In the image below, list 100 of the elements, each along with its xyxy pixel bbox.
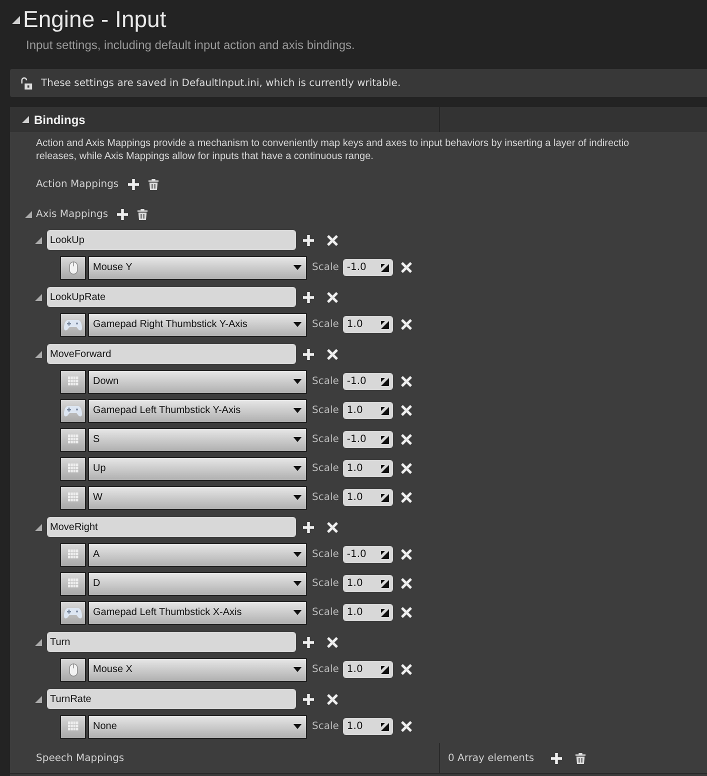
key-dropdown[interactable]: Up xyxy=(88,456,307,480)
scale-field[interactable]: 1.0 xyxy=(342,718,393,735)
collapse-arrow-icon[interactable] xyxy=(35,696,42,702)
scale-field[interactable]: -1.0 xyxy=(342,259,393,276)
keyboard-icon[interactable] xyxy=(60,572,86,596)
axis-name-field[interactable]: TurnRate xyxy=(47,689,296,709)
caret-icon xyxy=(293,581,302,586)
key-dropdown[interactable]: W xyxy=(88,486,307,510)
add-icon[interactable] xyxy=(303,636,314,648)
keyboard-icon[interactable] xyxy=(60,542,86,566)
close-icon[interactable] xyxy=(400,721,412,732)
key-dropdown[interactable]: S xyxy=(88,428,307,452)
scale-label: Scale xyxy=(312,376,339,387)
drag-handle-icon[interactable] xyxy=(380,378,389,386)
collapse-arrow-icon[interactable] xyxy=(35,638,42,646)
scale-field[interactable]: 1.0 xyxy=(342,489,393,506)
close-icon[interactable] xyxy=(400,492,412,503)
close-icon[interactable] xyxy=(400,664,412,675)
key-dropdown[interactable]: Mouse Y xyxy=(88,256,307,280)
close-icon[interactable] xyxy=(400,262,412,273)
keyboard-icon[interactable] xyxy=(60,428,86,452)
close-icon[interactable] xyxy=(400,434,412,445)
drag-handle-icon[interactable] xyxy=(380,494,389,502)
key-dropdown[interactable]: Gamepad Left Thumbstick X-Axis xyxy=(88,600,307,624)
gamepad-icon[interactable] xyxy=(60,312,86,336)
close-icon[interactable] xyxy=(400,578,412,589)
drag-handle-icon[interactable] xyxy=(380,550,389,558)
collapse-arrow-icon[interactable] xyxy=(35,524,42,530)
drag-handle-icon[interactable] xyxy=(380,436,389,444)
scale-field[interactable]: 1.0 xyxy=(342,316,393,333)
scale-field[interactable]: -1.0 xyxy=(342,546,393,563)
close-icon[interactable] xyxy=(400,319,412,330)
drag-handle-icon[interactable] xyxy=(380,608,389,616)
close-icon[interactable] xyxy=(327,694,338,704)
close-icon[interactable] xyxy=(400,376,412,387)
drag-handle-icon[interactable] xyxy=(380,320,389,328)
close-icon[interactable] xyxy=(400,549,412,560)
mouse-icon[interactable] xyxy=(60,256,86,280)
axis-name-field[interactable]: Turn xyxy=(47,632,296,652)
key-dropdown[interactable]: None xyxy=(88,714,307,738)
collapse-arrow-icon[interactable] xyxy=(35,294,42,300)
trash-icon[interactable] xyxy=(148,178,159,190)
close-icon[interactable] xyxy=(327,636,338,648)
keyboard-icon[interactable] xyxy=(60,486,86,510)
close-icon[interactable] xyxy=(327,348,338,360)
scale-field[interactable]: 1.0 xyxy=(342,661,393,678)
axis-name-field[interactable]: LookUpRate xyxy=(47,287,296,307)
collapse-arrow-icon[interactable] xyxy=(25,210,32,218)
key-dropdown[interactable]: D xyxy=(88,572,307,596)
add-icon[interactable] xyxy=(303,522,314,532)
drag-handle-icon[interactable] xyxy=(380,580,389,588)
scale-label: Scale xyxy=(312,492,339,503)
drag-handle-icon[interactable] xyxy=(380,722,389,730)
mouse-icon[interactable] xyxy=(60,658,86,682)
keyboard-icon[interactable] xyxy=(60,456,86,480)
collapse-arrow-icon[interactable] xyxy=(12,16,20,24)
add-icon[interactable] xyxy=(303,234,314,246)
close-icon[interactable] xyxy=(327,522,338,532)
caret-icon xyxy=(293,408,302,413)
caret-icon xyxy=(293,437,302,442)
collapse-arrow-icon[interactable] xyxy=(22,116,29,123)
close-icon[interactable] xyxy=(327,292,338,302)
key-dropdown[interactable]: Down xyxy=(88,370,307,394)
key-dropdown[interactable]: Gamepad Right Thumbstick Y-Axis xyxy=(88,312,307,336)
close-icon[interactable] xyxy=(400,463,412,474)
scale-field[interactable]: 1.0 xyxy=(342,604,393,621)
scale-field[interactable]: -1.0 xyxy=(342,431,393,448)
close-icon[interactable] xyxy=(400,607,412,618)
drag-handle-icon[interactable] xyxy=(380,264,389,272)
add-icon[interactable] xyxy=(128,178,139,190)
drag-handle-icon[interactable] xyxy=(380,464,389,472)
gamepad-icon[interactable] xyxy=(60,600,86,624)
axis-name-field[interactable]: MoveForward xyxy=(47,344,296,364)
add-icon[interactable] xyxy=(303,694,314,704)
collapse-arrow-icon[interactable] xyxy=(35,236,42,244)
axis-name-field[interactable]: MoveRight xyxy=(47,517,296,537)
trash-icon[interactable] xyxy=(137,208,148,220)
collapse-arrow-icon[interactable] xyxy=(35,350,42,358)
gamepad-icon[interactable] xyxy=(60,398,86,422)
keyboard-icon[interactable] xyxy=(60,370,86,394)
scale-field[interactable]: 1.0 xyxy=(342,402,393,419)
key-dropdown[interactable]: Mouse X xyxy=(88,658,307,682)
add-icon[interactable] xyxy=(303,348,314,360)
scale-label: Scale xyxy=(312,664,339,675)
axis-name-field[interactable]: LookUp xyxy=(47,230,296,250)
close-icon[interactable] xyxy=(327,234,338,246)
add-icon[interactable] xyxy=(551,752,562,764)
add-icon[interactable] xyxy=(303,292,314,302)
drag-handle-icon[interactable] xyxy=(380,666,389,674)
keyboard-icon[interactable] xyxy=(60,714,86,738)
drag-handle-icon[interactable] xyxy=(380,406,389,414)
scale-field[interactable]: 1.0 xyxy=(342,575,393,592)
caret-icon xyxy=(293,610,302,615)
key-dropdown[interactable]: Gamepad Left Thumbstick Y-Axis xyxy=(88,398,307,422)
scale-field[interactable]: 1.0 xyxy=(342,460,393,477)
close-icon[interactable] xyxy=(400,405,412,416)
add-icon[interactable] xyxy=(117,208,128,220)
scale-field[interactable]: -1.0 xyxy=(342,373,393,390)
key-dropdown[interactable]: A xyxy=(88,542,307,566)
trash-icon[interactable] xyxy=(575,752,586,764)
